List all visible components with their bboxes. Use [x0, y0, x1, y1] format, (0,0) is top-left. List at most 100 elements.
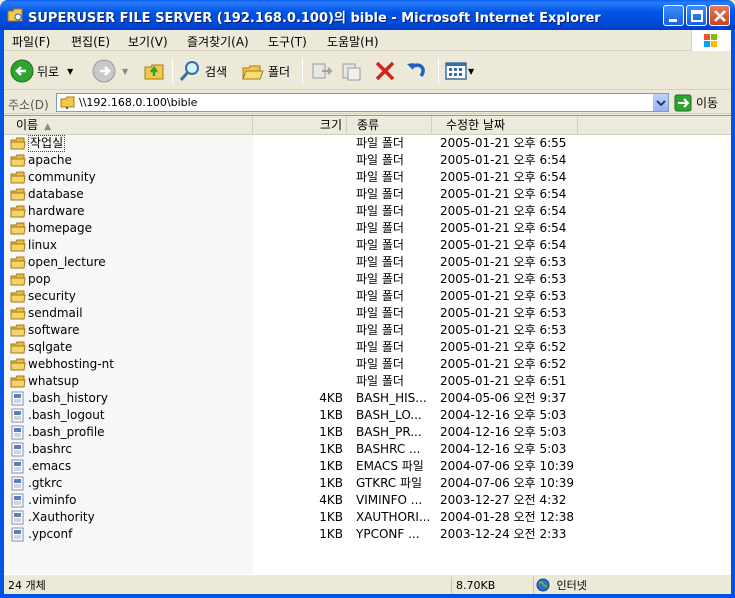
- file-type: 파일 폴더: [356, 323, 404, 337]
- undo-icon: [407, 63, 425, 78]
- document-icon: [11, 408, 24, 423]
- folder-icon: [10, 171, 26, 184]
- menu-edit[interactable]: 편집(E): [71, 33, 110, 50]
- folder-row[interactable]: webhosting-nt 파일 폴더 2005-01-21 오후 6:52: [4, 356, 731, 373]
- file-modified: 2005-01-21 오후 6:52: [440, 340, 567, 354]
- go-label: 이동: [696, 96, 719, 110]
- file-name: hardware: [28, 204, 85, 218]
- file-size: 1KB: [319, 476, 343, 490]
- file-type: BASH_LO...: [356, 408, 422, 422]
- menu-file[interactable]: 파일(F): [12, 33, 50, 50]
- folder-row[interactable]: homepage 파일 폴더 2005-01-21 오후 6:54: [4, 220, 731, 237]
- file-type: 파일 폴더: [356, 204, 404, 218]
- back-dropdown-icon[interactable]: ▼: [67, 67, 73, 76]
- file-modified: 2003-12-24 오전 2:33: [440, 527, 567, 541]
- chevron-down-icon: [656, 100, 666, 107]
- file-name: community: [28, 170, 96, 184]
- views-dropdown-icon[interactable]: ▼: [468, 67, 474, 76]
- folder-row[interactable]: software 파일 폴더 2005-01-21 오후 6:53: [4, 322, 731, 339]
- copy-to-icon: [342, 63, 361, 81]
- folder-row[interactable]: open_lecture 파일 폴더 2005-01-21 오후 6:53: [4, 254, 731, 271]
- file-name: security: [28, 289, 76, 303]
- folder-row[interactable]: sqlgate 파일 폴더 2005-01-21 오후 6:52: [4, 339, 731, 356]
- minimize-button[interactable]: [663, 5, 684, 26]
- file-modified: 2004-07-06 오후 10:39: [440, 476, 575, 490]
- file-type: 파일 폴더: [356, 374, 404, 388]
- up-folder-icon: [144, 64, 164, 80]
- menu-help[interactable]: 도움말(H): [327, 33, 379, 50]
- file-row[interactable]: .ypconf 1KB YPCONF ... 2003-12-24 오전 2:33: [4, 526, 731, 543]
- column-header-name[interactable]: 이름 ▲: [4, 116, 253, 134]
- up-folder-button[interactable]: [142, 55, 166, 87]
- file-type: GTKRC 파일: [356, 476, 423, 490]
- file-modified: 2005-01-21 오후 6:54: [440, 187, 567, 201]
- forward-button[interactable]: ▼: [92, 55, 128, 87]
- delete-x-icon: [375, 61, 395, 81]
- document-icon: [11, 527, 24, 542]
- folder-row[interactable]: whatsup 파일 폴더 2005-01-21 오후 6:51: [4, 373, 731, 390]
- folder-row[interactable]: 작업실 파일 폴더 2005-01-21 오후 6:55: [4, 135, 731, 152]
- go-button[interactable]: 이동: [674, 93, 718, 112]
- folder-row[interactable]: sendmail 파일 폴더 2005-01-21 오후 6:53: [4, 305, 731, 322]
- document-icon: [11, 493, 24, 508]
- column-header-type[interactable]: 종류: [347, 116, 432, 134]
- file-list-view[interactable]: 이름 ▲ 크기 종류 수정한 날짜 작업실 파일 폴더 2005-01-21 오후 6…: [4, 115, 731, 575]
- copy-to-button[interactable]: [340, 55, 364, 87]
- folder-row[interactable]: community 파일 폴더 2005-01-21 오후 6:54: [4, 169, 731, 186]
- maximize-icon: [691, 10, 703, 22]
- column-header-modified[interactable]: 수정한 날짜: [432, 116, 578, 134]
- undo-button[interactable]: [405, 55, 429, 87]
- file-name: software: [28, 323, 80, 337]
- folder-row[interactable]: database 파일 폴더 2005-01-21 오후 6:54: [4, 186, 731, 203]
- folders-button[interactable]: 폴더: [241, 55, 290, 87]
- delete-button[interactable]: [373, 55, 397, 87]
- file-row[interactable]: .bashrc 1KB BASHRC ... 2004-12-16 오후 5:03: [4, 441, 731, 458]
- move-to-button[interactable]: [310, 55, 334, 87]
- folder-icon: [10, 205, 26, 218]
- column-size-label: 크기: [319, 118, 342, 132]
- folder-icon: [10, 154, 26, 167]
- file-name: .bash_logout: [28, 408, 105, 422]
- file-modified: 2003-12-27 오전 4:32: [440, 493, 567, 507]
- forward-dropdown-icon[interactable]: ▼: [122, 67, 128, 76]
- file-type: BASH_PR...: [356, 425, 422, 439]
- file-modified: 2004-07-06 오후 10:39: [440, 459, 575, 473]
- maximize-button[interactable]: [686, 5, 707, 26]
- search-button[interactable]: 검색: [178, 55, 227, 87]
- folder-row[interactable]: hardware 파일 폴더 2005-01-21 오후 6:54: [4, 203, 731, 220]
- file-row[interactable]: .Xauthority 1KB XAUTHORI... 2004-01-28 오전 1…: [4, 509, 731, 526]
- windows-flag-icon: [704, 34, 717, 47]
- column-modified-label: 수정한 날짜: [446, 118, 506, 132]
- sort-ascending-icon: ▲: [44, 122, 52, 132]
- folder-row[interactable]: linux 파일 폴더 2005-01-21 오후 6:54: [4, 237, 731, 254]
- back-label: 뒤로: [37, 64, 60, 79]
- back-button[interactable]: 뒤로 ▼: [10, 55, 73, 87]
- file-row[interactable]: .emacs 1KB EMACS 파일 2004-07-06 오후 10:39: [4, 458, 731, 475]
- views-button[interactable]: ▼: [444, 55, 474, 87]
- address-input[interactable]: \\192.168.0.100\bible: [56, 93, 669, 112]
- folder-icon: [10, 239, 26, 252]
- file-type: VIMINFO ...: [356, 493, 423, 507]
- file-row[interactable]: .bash_logout 1KB BASH_LO... 2004-12-16 오후 5…: [4, 407, 731, 424]
- file-modified: 2004-12-16 오후 5:03: [440, 442, 567, 456]
- file-type: 파일 폴더: [356, 187, 404, 201]
- column-header-size[interactable]: 크기: [253, 116, 347, 134]
- folder-row[interactable]: security 파일 폴더 2005-01-21 오후 6:53: [4, 288, 731, 305]
- file-modified: 2004-12-16 오후 5:03: [440, 408, 567, 422]
- menu-favorites[interactable]: 즐겨찾기(A): [187, 33, 249, 50]
- file-row[interactable]: .gtkrc 1KB GTKRC 파일 2004-07-06 오후 10:39: [4, 475, 731, 492]
- title-bar[interactable]: SUPERUSER FILE SERVER (192.168.0.100)의 b…: [0, 0, 735, 30]
- folder-row[interactable]: apache 파일 폴더 2005-01-21 오후 6:54: [4, 152, 731, 169]
- file-type: 파일 폴더: [356, 357, 404, 371]
- file-row[interactable]: .bash_profile 1KB BASH_PR... 2004-12-16 오후 …: [4, 424, 731, 441]
- close-button[interactable]: [709, 5, 730, 26]
- folder-row[interactable]: pop 파일 폴더 2005-01-21 오후 6:53: [4, 271, 731, 288]
- file-size: 1KB: [319, 425, 343, 439]
- menu-view[interactable]: 보기(V): [128, 33, 168, 50]
- menu-tools[interactable]: 도구(T): [268, 33, 307, 50]
- address-dropdown-button[interactable]: [652, 94, 668, 111]
- file-modified: 2005-01-21 오후 6:51: [440, 374, 567, 388]
- folder-icon: [10, 188, 26, 201]
- file-row[interactable]: .bash_history 4KB BASH_HIS... 2004-05-06 오전…: [4, 390, 731, 407]
- file-row[interactable]: .viminfo 4KB VIMINFO ... 2003-12-27 오전 4:32: [4, 492, 731, 509]
